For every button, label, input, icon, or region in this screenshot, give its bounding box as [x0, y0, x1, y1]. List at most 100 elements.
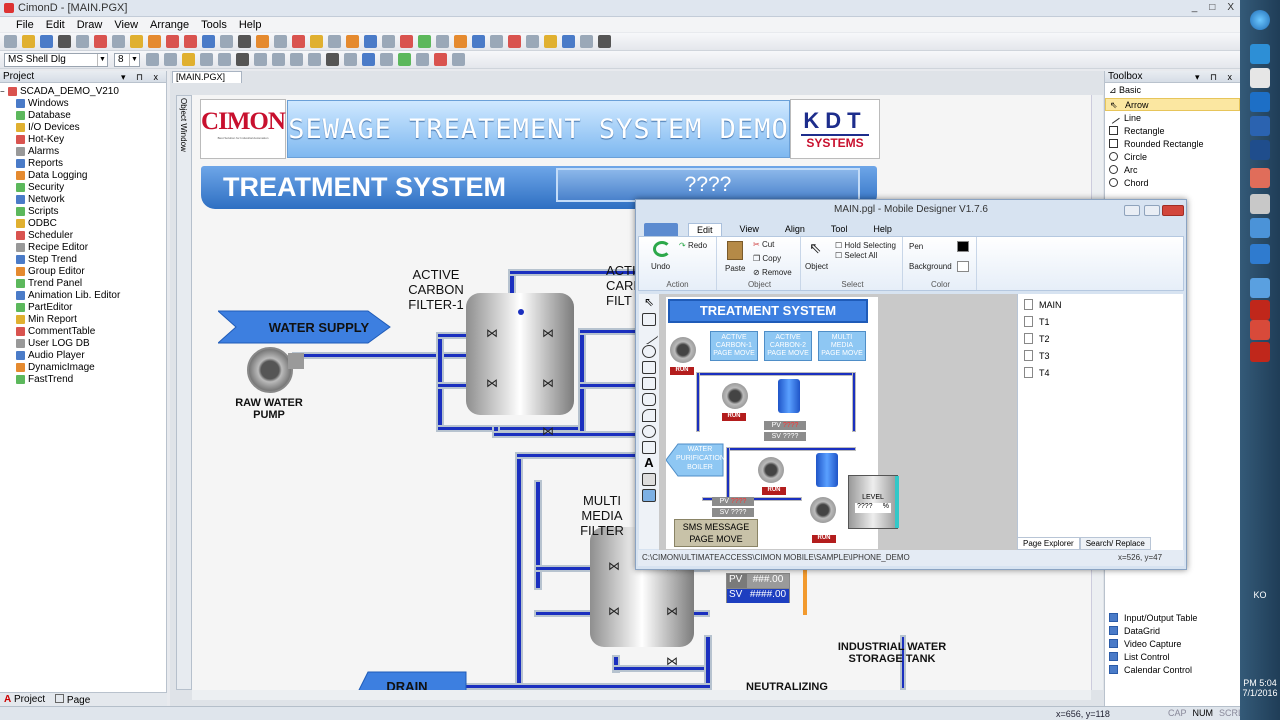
tool-icon[interactable]: [292, 35, 305, 48]
level-value[interactable]: ????: [857, 503, 873, 513]
start-icon[interactable]: [1250, 10, 1270, 30]
polygon-tool-icon[interactable]: [308, 53, 321, 66]
tool-icon[interactable]: [346, 35, 359, 48]
raw-water-pump[interactable]: [247, 347, 293, 393]
save-icon[interactable]: [40, 35, 53, 48]
tool-icon[interactable]: [416, 53, 429, 66]
app-icon[interactable]: [1250, 194, 1270, 214]
tool-icon[interactable]: [436, 35, 449, 48]
tree-item[interactable]: Scheduler: [0, 229, 166, 241]
tree-item[interactable]: I/O Devices: [0, 121, 166, 133]
tree-item[interactable]: User LOG DB: [0, 337, 166, 349]
pin-icon[interactable]: ▾ ⊓ x: [1195, 71, 1236, 83]
valve-icon[interactable]: ⋈: [484, 327, 500, 339]
toolbox-item[interactable]: Line: [1105, 111, 1240, 124]
pen-color-swatch[interactable]: [957, 241, 969, 252]
cimon-task-icon[interactable]: [1250, 168, 1270, 188]
active-carbon-2-page-button[interactable]: ACTIVE CARBON-2 PAGE MOVE: [764, 331, 812, 361]
sms-message-page-button[interactable]: SMS MESSAGE PAGE MOVE: [674, 519, 758, 547]
language-indicator[interactable]: KO: [1240, 590, 1280, 600]
page-item[interactable]: T4: [1018, 364, 1183, 381]
pv-value[interactable]: ###.00: [747, 574, 789, 588]
app-icon[interactable]: [1250, 278, 1270, 298]
delete-icon[interactable]: [166, 35, 179, 48]
toolbox-item[interactable]: Arc: [1105, 163, 1240, 176]
tree-item[interactable]: Group Editor: [0, 265, 166, 277]
toolbox-item[interactable]: Rectangle: [1105, 124, 1240, 137]
undo-icon[interactable]: [653, 241, 671, 257]
tree-item[interactable]: Security: [0, 181, 166, 193]
paste-button[interactable]: Paste: [725, 264, 745, 273]
square-tool-icon[interactable]: [642, 441, 656, 454]
tree-item[interactable]: DynamicImage: [0, 361, 166, 373]
minimize-button[interactable]: _: [1192, 2, 1198, 13]
word-icon[interactable]: [1250, 116, 1270, 136]
hold-selecting-checkbox[interactable]: ☐ Hold Selecting: [835, 241, 896, 250]
toolbox-item[interactable]: Video Capture: [1105, 637, 1239, 650]
new-icon[interactable]: [4, 35, 17, 48]
tool-icon[interactable]: [344, 53, 357, 66]
valve-icon[interactable]: ⋈: [664, 655, 680, 667]
pv-value[interactable]: ????: [731, 498, 747, 505]
object-select-button[interactable]: Object: [805, 262, 828, 271]
redo-button[interactable]: ↷ Redo: [679, 241, 707, 250]
image-tool-icon[interactable]: [642, 489, 656, 502]
tool-icon[interactable]: [580, 35, 593, 48]
toolbox-item[interactable]: DataGrid: [1105, 624, 1239, 637]
tab-project[interactable]: A Project: [4, 694, 45, 705]
tool-icon[interactable]: [508, 35, 521, 48]
open-icon[interactable]: [22, 35, 35, 48]
tool-icon[interactable]: [382, 35, 395, 48]
align-center-icon[interactable]: [200, 53, 213, 66]
tool-icon[interactable]: [184, 35, 197, 48]
pv-value[interactable]: ????: [783, 422, 799, 429]
remove-button[interactable]: ⊘ Remove: [753, 268, 792, 277]
tab-help[interactable]: Help: [865, 223, 900, 236]
chrome-icon[interactable]: [1250, 68, 1270, 88]
tool-icon[interactable]: [362, 53, 375, 66]
arc-tool-icon[interactable]: [642, 409, 656, 422]
clock-time[interactable]: PM 5:04: [1240, 678, 1280, 688]
valve-icon[interactable]: ⋈: [540, 377, 556, 389]
font-shrink-icon[interactable]: [164, 53, 177, 66]
mobile-pump-icon[interactable]: [810, 497, 836, 523]
multi-media-page-button[interactable]: MULTI MEDIA PAGE MOVE: [818, 331, 866, 361]
tree-item[interactable]: Windows: [0, 97, 166, 109]
app-menu-button[interactable]: [644, 223, 678, 236]
valve-icon[interactable]: ⋈: [484, 377, 500, 389]
arrow-tool-icon[interactable]: [236, 53, 249, 66]
tree-item[interactable]: Database: [0, 109, 166, 121]
tool-icon[interactable]: [562, 35, 575, 48]
tree-item[interactable]: Min Report: [0, 313, 166, 325]
help-icon[interactable]: [598, 35, 611, 48]
tree-item[interactable]: Recipe Editor: [0, 241, 166, 253]
tree-item[interactable]: Hot-Key: [0, 133, 166, 145]
treatment-value-display[interactable]: ????: [556, 168, 860, 202]
page-item[interactable]: T2: [1018, 330, 1183, 347]
pointer-tool-icon[interactable]: ⇖: [642, 296, 656, 310]
editor-horizontal-scrollbar[interactable]: [192, 690, 1091, 700]
menu-edit[interactable]: Edit: [40, 19, 71, 31]
toolbox-item[interactable]: ⇖ Arrow: [1105, 98, 1240, 111]
valve-icon[interactable]: ⋈: [540, 327, 556, 339]
text-tool-icon[interactable]: A: [642, 456, 656, 470]
tab-page-explorer[interactable]: Page Explorer: [1017, 537, 1080, 550]
tool-icon[interactable]: [238, 35, 251, 48]
toolbox-item[interactable]: Rounded Rectangle: [1105, 137, 1240, 150]
maximize-button[interactable]: □: [1209, 2, 1215, 13]
button-tool-icon[interactable]: [642, 473, 656, 486]
sv-value[interactable]: ####.00: [747, 589, 789, 603]
tool-icon[interactable]: [398, 53, 411, 66]
background-color-swatch[interactable]: [957, 261, 969, 272]
undo-button[interactable]: Undo: [651, 262, 670, 271]
tool-icon[interactable]: [490, 35, 503, 48]
app-icon[interactable]: [1250, 342, 1270, 362]
menu-arrange[interactable]: Arrange: [144, 19, 195, 31]
chord-tool-icon[interactable]: [642, 425, 656, 438]
rectangle-tool-icon[interactable]: [272, 53, 285, 66]
tree-item[interactable]: Step Trend: [0, 253, 166, 265]
page-item[interactable]: T3: [1018, 347, 1183, 364]
tree-item[interactable]: Trend Panel: [0, 277, 166, 289]
doc-tab-main[interactable]: [MAIN.PGX]: [172, 71, 242, 83]
tree-item[interactable]: PartEditor: [0, 301, 166, 313]
